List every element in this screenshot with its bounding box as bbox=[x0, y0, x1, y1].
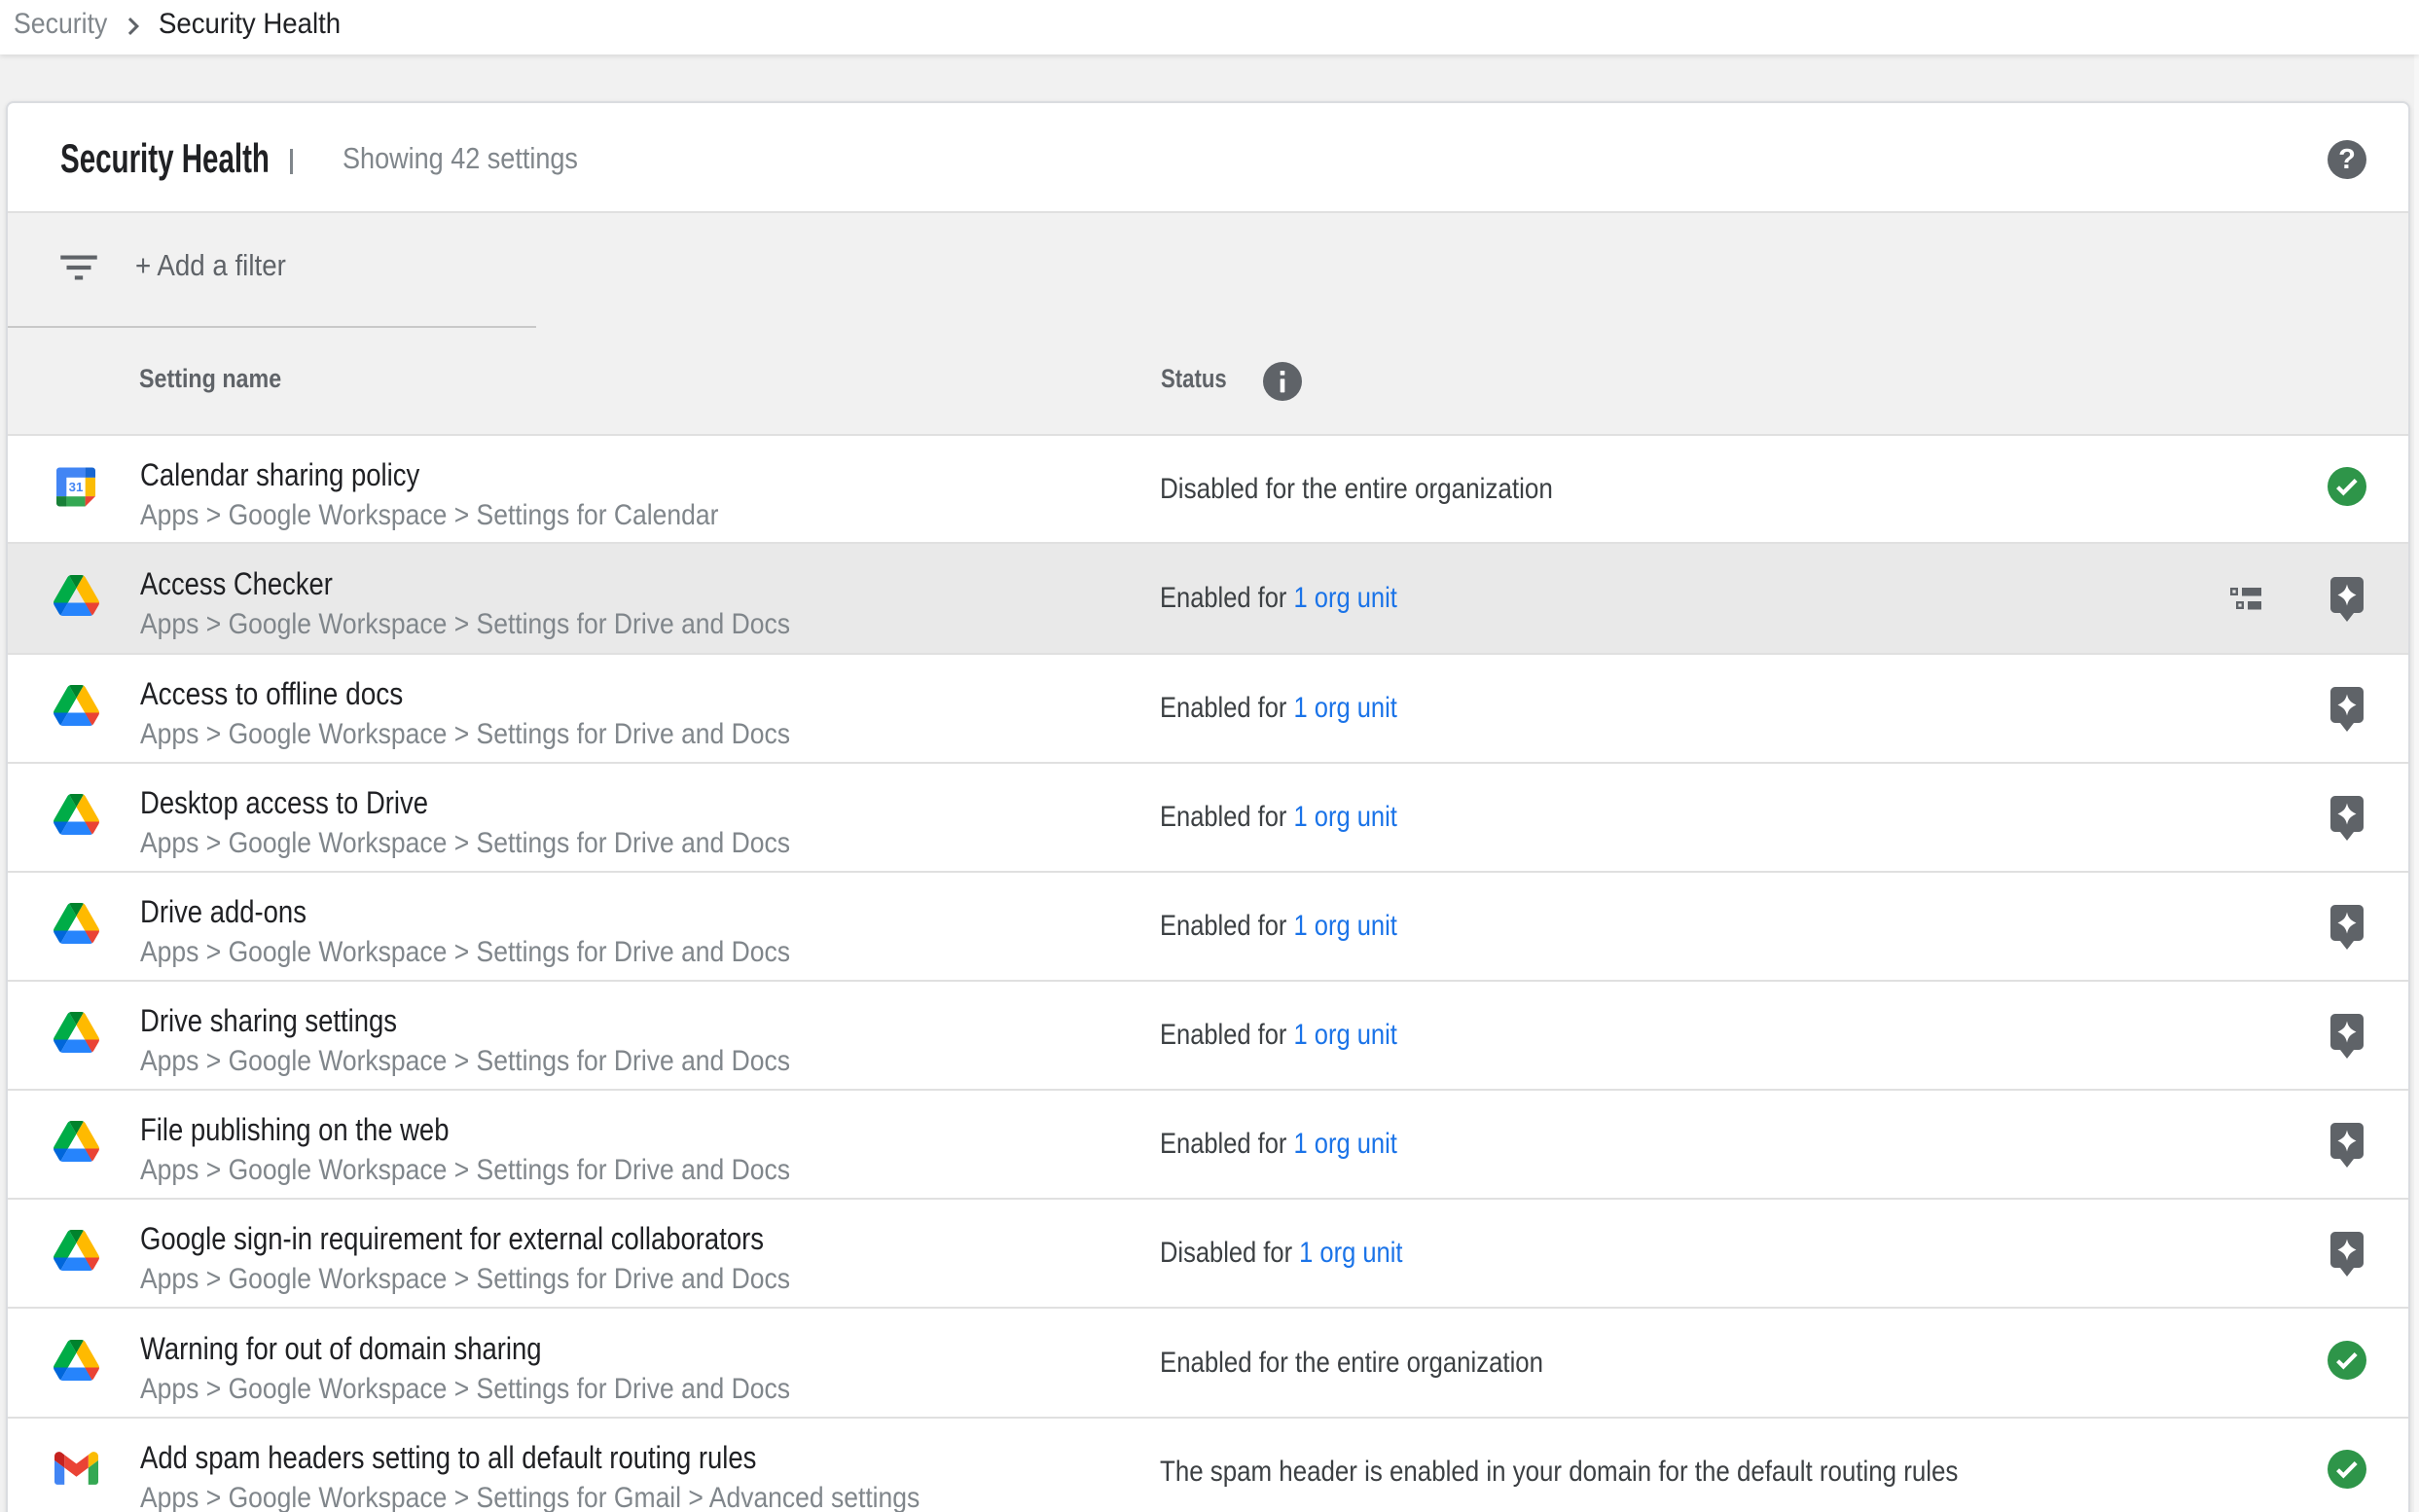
svg-text:31: 31 bbox=[69, 479, 84, 493]
